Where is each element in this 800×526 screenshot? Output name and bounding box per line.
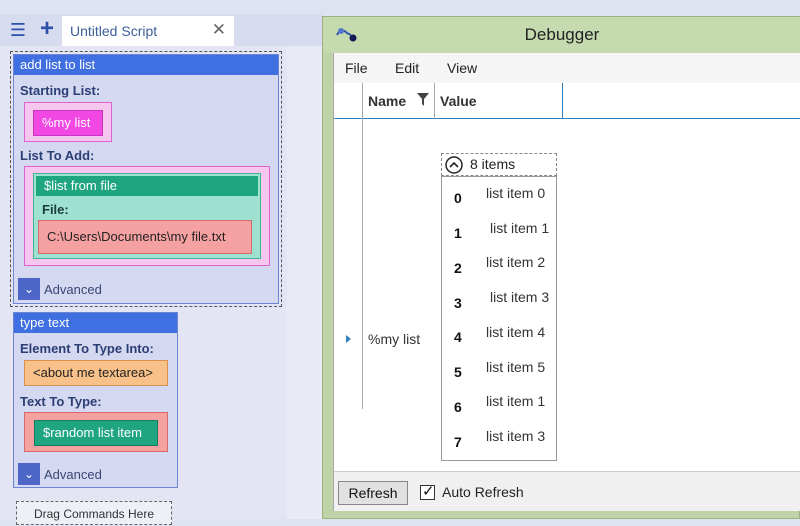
debugger-title: Debugger <box>524 25 600 44</box>
item-value: list item 5 <box>486 359 546 375</box>
item-index: 7 <box>454 434 462 450</box>
plus-icon[interactable]: + <box>36 17 58 41</box>
item-value: list item 1 <box>486 393 546 409</box>
starting-list-variable[interactable]: %my list <box>33 110 103 136</box>
row-separator <box>362 119 363 409</box>
menu-view[interactable]: View <box>447 60 477 76</box>
add-list-command[interactable]: add list to list Starting List: %my list… <box>13 54 279 304</box>
close-icon[interactable]: ✕ <box>212 20 226 40</box>
grid-header: Name Value <box>334 83 800 119</box>
debugger-footer: Refresh ✓ Auto Refresh <box>334 471 800 511</box>
item-index: 3 <box>454 295 462 311</box>
item-index: 6 <box>454 399 462 415</box>
script-tab[interactable]: Untitled Script ✕ <box>62 16 234 46</box>
type-text-command[interactable]: type text Element To Type Into: <about m… <box>13 312 178 488</box>
debugger-titlebar[interactable]: Debugger <box>323 17 800 53</box>
column-separator <box>562 83 563 119</box>
list-from-file-header[interactable]: $list from file <box>36 176 258 196</box>
element-to-type-label: Element To Type Into: <box>20 341 154 356</box>
text-to-type-slot[interactable]: $random list item <box>24 412 168 452</box>
drag-commands-target[interactable]: Drag Commands Here <box>16 501 172 525</box>
column-value-header[interactable]: Value <box>440 93 477 109</box>
text-to-type-label: Text To Type: <box>20 394 102 409</box>
advanced-label[interactable]: Advanced <box>44 282 102 297</box>
item-index: 1 <box>454 225 462 241</box>
item-index: 5 <box>454 364 462 380</box>
item-value: list item 0 <box>486 185 546 201</box>
item-index: 0 <box>454 190 462 206</box>
editor-gutter <box>287 46 322 519</box>
type-text-header[interactable]: type text <box>14 313 177 333</box>
debugger-window: Debugger File Edit View Name Value %my l… <box>322 16 800 519</box>
item-index: 4 <box>454 329 462 345</box>
checkmark-icon: ✓ <box>422 483 435 500</box>
item-value: list item 3 <box>486 428 546 444</box>
chevron-down-icon[interactable]: ⌄ <box>18 278 40 300</box>
menu-edit[interactable]: Edit <box>395 60 419 76</box>
item-index: 2 <box>454 260 462 276</box>
advanced-label[interactable]: Advanced <box>44 467 102 482</box>
random-list-item-variable[interactable]: $random list item <box>34 420 158 446</box>
starting-list-slot[interactable]: %my list <box>24 102 112 142</box>
column-name-header[interactable]: Name <box>368 93 406 109</box>
auto-refresh-label[interactable]: Auto Refresh <box>442 484 524 500</box>
item-value: list item 1 <box>490 220 550 236</box>
element-value[interactable]: <about me textarea> <box>24 360 168 386</box>
variables-grid: Name Value %my list 8 items 0 list item … <box>334 83 800 471</box>
file-slot[interactable]: C:\Users\Documents\my file.txt <box>38 220 252 254</box>
file-label: File: <box>42 202 69 217</box>
debugger-content: File Edit View Name Value %my list 8 ite… <box>333 53 800 511</box>
debugger-menubar: File Edit View <box>334 53 800 83</box>
refresh-button[interactable]: Refresh <box>338 481 408 505</box>
menu-file[interactable]: File <box>345 60 368 76</box>
item-value: list item 4 <box>486 324 546 340</box>
file-path-value[interactable]: C:\Users\Documents\my file.txt <box>39 225 225 249</box>
add-list-header[interactable]: add list to list <box>14 55 278 75</box>
editor-toolbar: ☰ + Untitled Script ✕ <box>0 14 322 46</box>
script-editor: ☰ + Untitled Script ✕ add list to list S… <box>0 0 322 525</box>
tab-title: Untitled Script <box>70 23 158 39</box>
chevron-up-icon[interactable] <box>445 156 463 174</box>
list-to-add-label: List To Add: <box>20 148 95 163</box>
items-count: 8 items <box>470 156 516 172</box>
item-value: list item 2 <box>486 254 546 270</box>
list-from-file-command[interactable]: $list from file File: C:\Users\Documents… <box>33 173 261 259</box>
variable-name[interactable]: %my list <box>368 331 420 347</box>
list-items: 0 list item 0 1 list item 1 2 list item … <box>441 176 557 461</box>
hamburger-icon[interactable]: ☰ <box>8 20 28 40</box>
chevron-down-icon[interactable]: ⌄ <box>18 463 40 485</box>
starting-list-label: Starting List: <box>20 83 101 98</box>
items-collapse-toggle[interactable]: 8 items <box>441 153 557 176</box>
item-value: list item 3 <box>490 289 550 305</box>
list-to-add-slot[interactable]: $list from file File: C:\Users\Documents… <box>24 166 270 266</box>
expand-row-icon[interactable] <box>346 335 351 343</box>
auto-refresh-checkbox[interactable]: ✓ <box>420 483 435 500</box>
column-separator <box>362 83 363 119</box>
column-separator <box>434 83 435 119</box>
filter-icon[interactable] <box>417 93 429 107</box>
